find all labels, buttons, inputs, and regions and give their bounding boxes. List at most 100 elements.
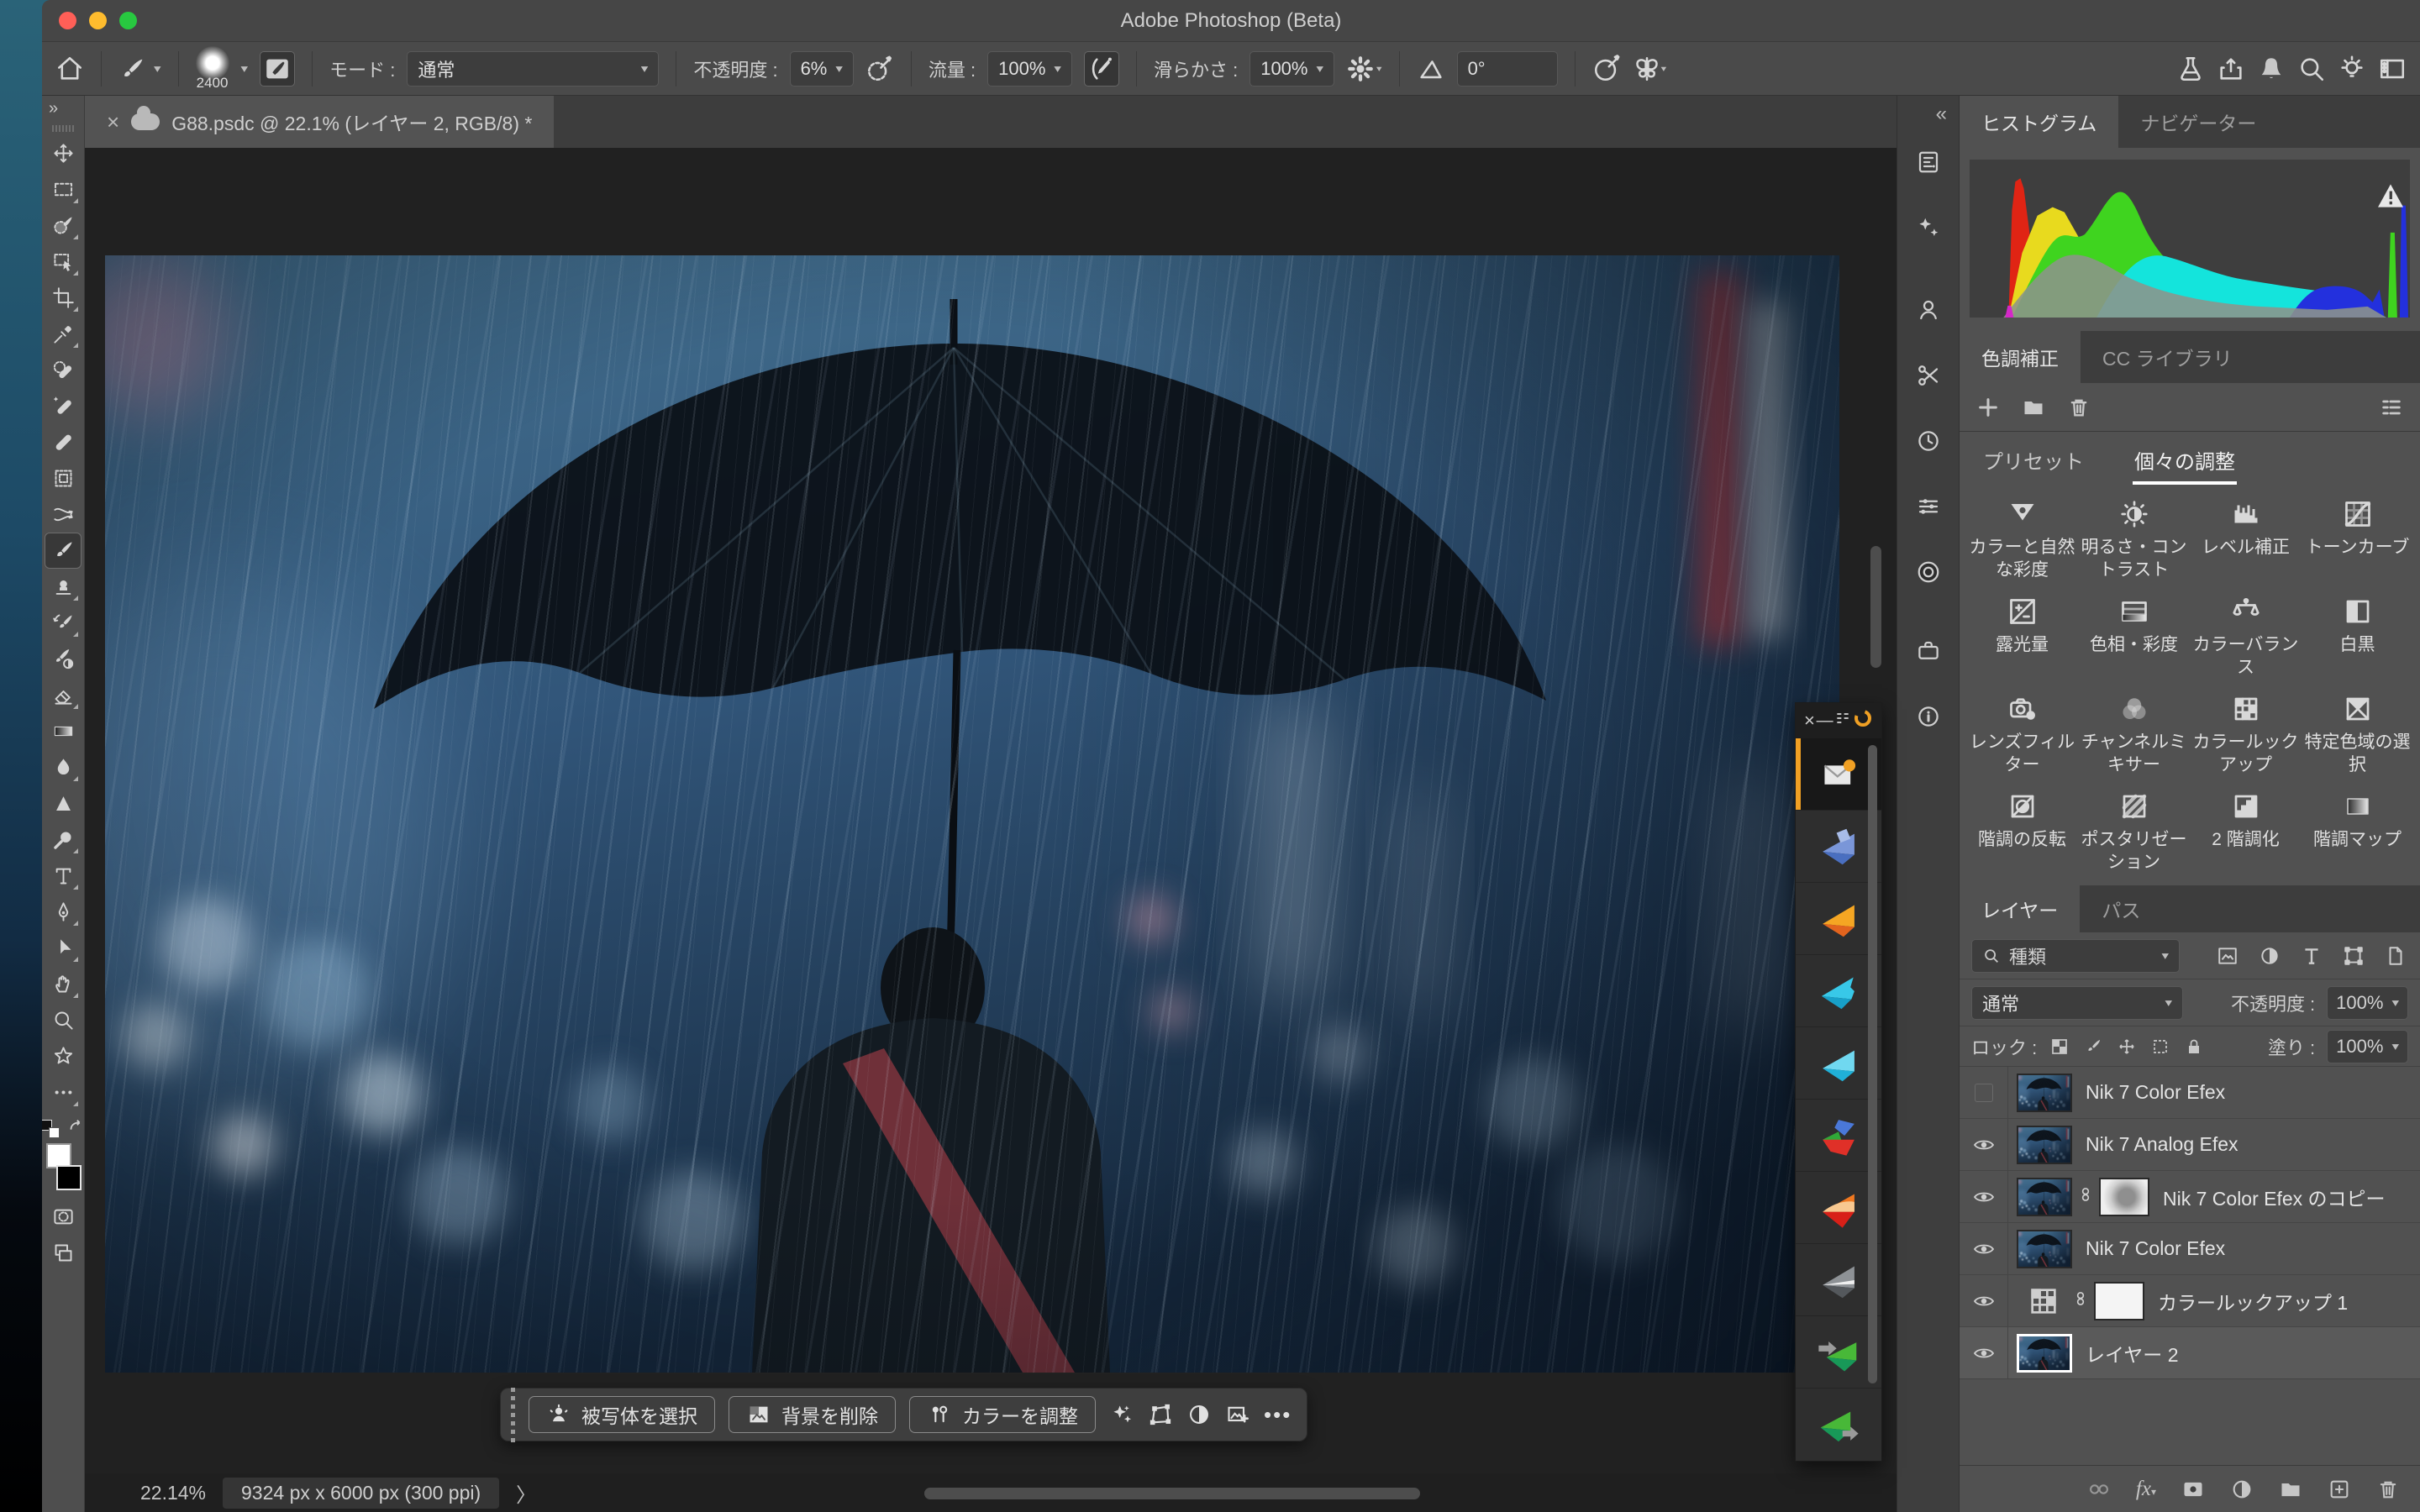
new-group-icon[interactable] (2279, 1478, 2302, 1501)
screen-mode-icon[interactable] (45, 1235, 82, 1271)
add-image-icon[interactable] (1225, 1402, 1250, 1427)
layer-thumbnail[interactable] (2017, 1126, 2072, 1164)
canvas-horizontal-scrollbar[interactable] (924, 1488, 1420, 1499)
nik-panel-titlebar[interactable]: × — (1796, 703, 1881, 738)
tab-navigator[interactable]: ナビゲーター (2118, 96, 2278, 148)
remove-tool[interactable] (45, 388, 82, 424)
canvas-vertical-scrollbar[interactable] (1870, 546, 1881, 668)
notifications-bell-icon[interactable] (2257, 55, 2286, 83)
pressure-size-icon[interactable] (1592, 55, 1621, 83)
lock-position-icon[interactable] (2116, 1036, 2138, 1058)
tab-histogram[interactable]: ヒストグラム (1960, 96, 2118, 148)
share-icon[interactable] (2217, 55, 2245, 83)
flow-select[interactable]: 100%▾ (987, 51, 1072, 87)
nik-scrollbar[interactable] (1868, 745, 1877, 1383)
trash-icon[interactable] (2067, 396, 2091, 419)
layer-name[interactable]: Nik 7 Analog Efex (2086, 1133, 2238, 1156)
background-color-swatch[interactable] (56, 1165, 82, 1190)
layer-name[interactable]: Nik 7 Color Efex (2086, 1081, 2225, 1104)
remove-background-button[interactable]: 背景を削除 (729, 1396, 896, 1433)
dock-layer-comps-icon[interactable] (1907, 141, 1949, 183)
filter-adjustment-layers-icon[interactable] (2257, 943, 2282, 969)
layer-row[interactable]: Nik 7 Analog Efex (1960, 1119, 2420, 1171)
new-layer-icon[interactable] (2328, 1478, 2351, 1501)
visibility-toggle[interactable] (1960, 1171, 2008, 1222)
healing-brush-tool[interactable] (45, 424, 82, 460)
layer-opacity-input[interactable]: 100%▾ (2327, 986, 2408, 1020)
filter-type-layers-icon[interactable] (2299, 943, 2324, 969)
eyedropper-tool[interactable] (45, 316, 82, 352)
adjustment-halfcircle-icon[interactable] (1186, 1402, 1212, 1427)
mask-link-icon[interactable] (2072, 1288, 2089, 1314)
contextual-task-bar[interactable]: 被写体を選択 背景を削除 カラーを調整 ••• (500, 1388, 1307, 1441)
tab-paths[interactable]: パス (2080, 885, 2162, 932)
link-layers-icon[interactable] (2087, 1478, 2111, 1501)
layer-row[interactable]: Nik 7 Color Efex (1960, 1223, 2420, 1275)
adj-brightness-contrast[interactable]: 明るさ・コントラスト (2078, 492, 2190, 581)
brush-tool[interactable] (45, 533, 82, 569)
frame-tool[interactable] (45, 460, 82, 496)
swap-colors-icon[interactable] (66, 1117, 85, 1140)
subtab-single-adjustments[interactable]: 個々の調整 (2133, 433, 2237, 486)
canvas-image[interactable] (105, 255, 1839, 1373)
marquee-tool[interactable] (45, 171, 82, 207)
tab-cc-libraries[interactable]: CC ライブラリ (2081, 331, 2254, 383)
new-adjustment-layer-icon[interactable] (2230, 1478, 2254, 1501)
brush-preset-picker[interactable]: ▾ (118, 55, 161, 83)
adj-gradient-map[interactable]: 階調マップ (2302, 785, 2413, 874)
delete-layer-icon[interactable] (2376, 1478, 2400, 1501)
smoothing-select[interactable]: 100%▾ (1249, 51, 1334, 87)
smoothing-options-gear-icon[interactable]: ▾ (1346, 55, 1382, 83)
airbrush-icon[interactable] (1084, 51, 1119, 87)
visibility-toggle[interactable] (1960, 1067, 2008, 1118)
layer-row[interactable]: Nik 7 Color Efex のコピー (1960, 1171, 2420, 1223)
toggle-brush-settings-icon[interactable] (260, 51, 295, 87)
symmetry-butterfly-icon[interactable]: ▾ (1633, 55, 1667, 83)
adj-color-lookup[interactable]: カラールックアップ (2190, 687, 2302, 776)
spot-healing-brush-tool[interactable] (45, 352, 82, 388)
selection-brush-tool[interactable] (45, 207, 82, 244)
tab-adjustments[interactable]: 色調補正 (1960, 331, 2081, 383)
folder-icon[interactable] (2022, 396, 2045, 419)
opacity-select[interactable]: 6%▾ (790, 51, 854, 87)
brush-size-chevron[interactable]: ▾ (241, 62, 249, 76)
adj-selective-color[interactable]: 特定色域の選択 (2302, 687, 2413, 776)
gradient-tool[interactable] (45, 713, 82, 749)
filter-shape-layers-icon[interactable] (2341, 943, 2366, 969)
nik-layout-icon[interactable] (1834, 710, 1851, 732)
nik-sharpener-output-item[interactable] (1796, 1389, 1881, 1461)
adj-levels[interactable]: レベル補正 (2190, 492, 2302, 581)
layer-row[interactable]: カラールックアップ 1 (1960, 1275, 2420, 1327)
generative-sparkle-icon[interactable] (1109, 1402, 1134, 1427)
adj-posterize[interactable]: ポスタリゼーション (2078, 785, 2190, 874)
layer-thumbnail[interactable] (2017, 1178, 2072, 1216)
subtab-presets[interactable]: プリセット (1981, 433, 2086, 486)
crop-tool[interactable] (45, 280, 82, 316)
dock-info-icon[interactable] (1907, 696, 1949, 738)
status-chevron-icon[interactable]: 〉 (516, 1478, 536, 1508)
visibility-toggle[interactable] (1960, 1327, 2008, 1378)
dock-clock-icon[interactable] (1907, 420, 1949, 462)
add-mask-icon[interactable] (2181, 1478, 2205, 1501)
nik-minimize-icon[interactable]: — (1817, 711, 1833, 731)
select-subject-button[interactable]: 被写体を選択 (529, 1396, 715, 1433)
dodge-tool[interactable] (45, 822, 82, 858)
dock-briefcase-icon[interactable] (1907, 630, 1949, 672)
mask-link-icon[interactable] (2077, 1184, 2094, 1210)
path-selection-tool[interactable] (45, 930, 82, 966)
document-tab[interactable]: × G88.psdc @ 22.1% (レイヤー 2, RGB/8) * (85, 96, 554, 148)
layer-row[interactable]: Nik 7 Color Efex (1960, 1067, 2420, 1119)
taskbar-grip[interactable] (511, 1388, 515, 1442)
taskbar-more-icon[interactable]: ••• (1264, 1402, 1292, 1428)
sharpen-tool[interactable] (45, 785, 82, 822)
adjustment-brush-tool[interactable] (45, 641, 82, 677)
visibility-toggle[interactable] (1960, 1275, 2008, 1326)
search-icon[interactable] (2297, 55, 2326, 83)
blend-mode-select[interactable]: 通常▾ (407, 51, 659, 87)
dock-sliders-icon[interactable] (1907, 486, 1949, 528)
layer-fill-input[interactable]: 100%▾ (2327, 1030, 2408, 1063)
adj-exposure[interactable]: 露光量 (1966, 590, 2078, 679)
edit-toolbar-icon[interactable] (45, 1074, 82, 1110)
list-view-icon[interactable] (2380, 396, 2403, 419)
collapse-panels-icon[interactable]: « (1936, 102, 1947, 126)
